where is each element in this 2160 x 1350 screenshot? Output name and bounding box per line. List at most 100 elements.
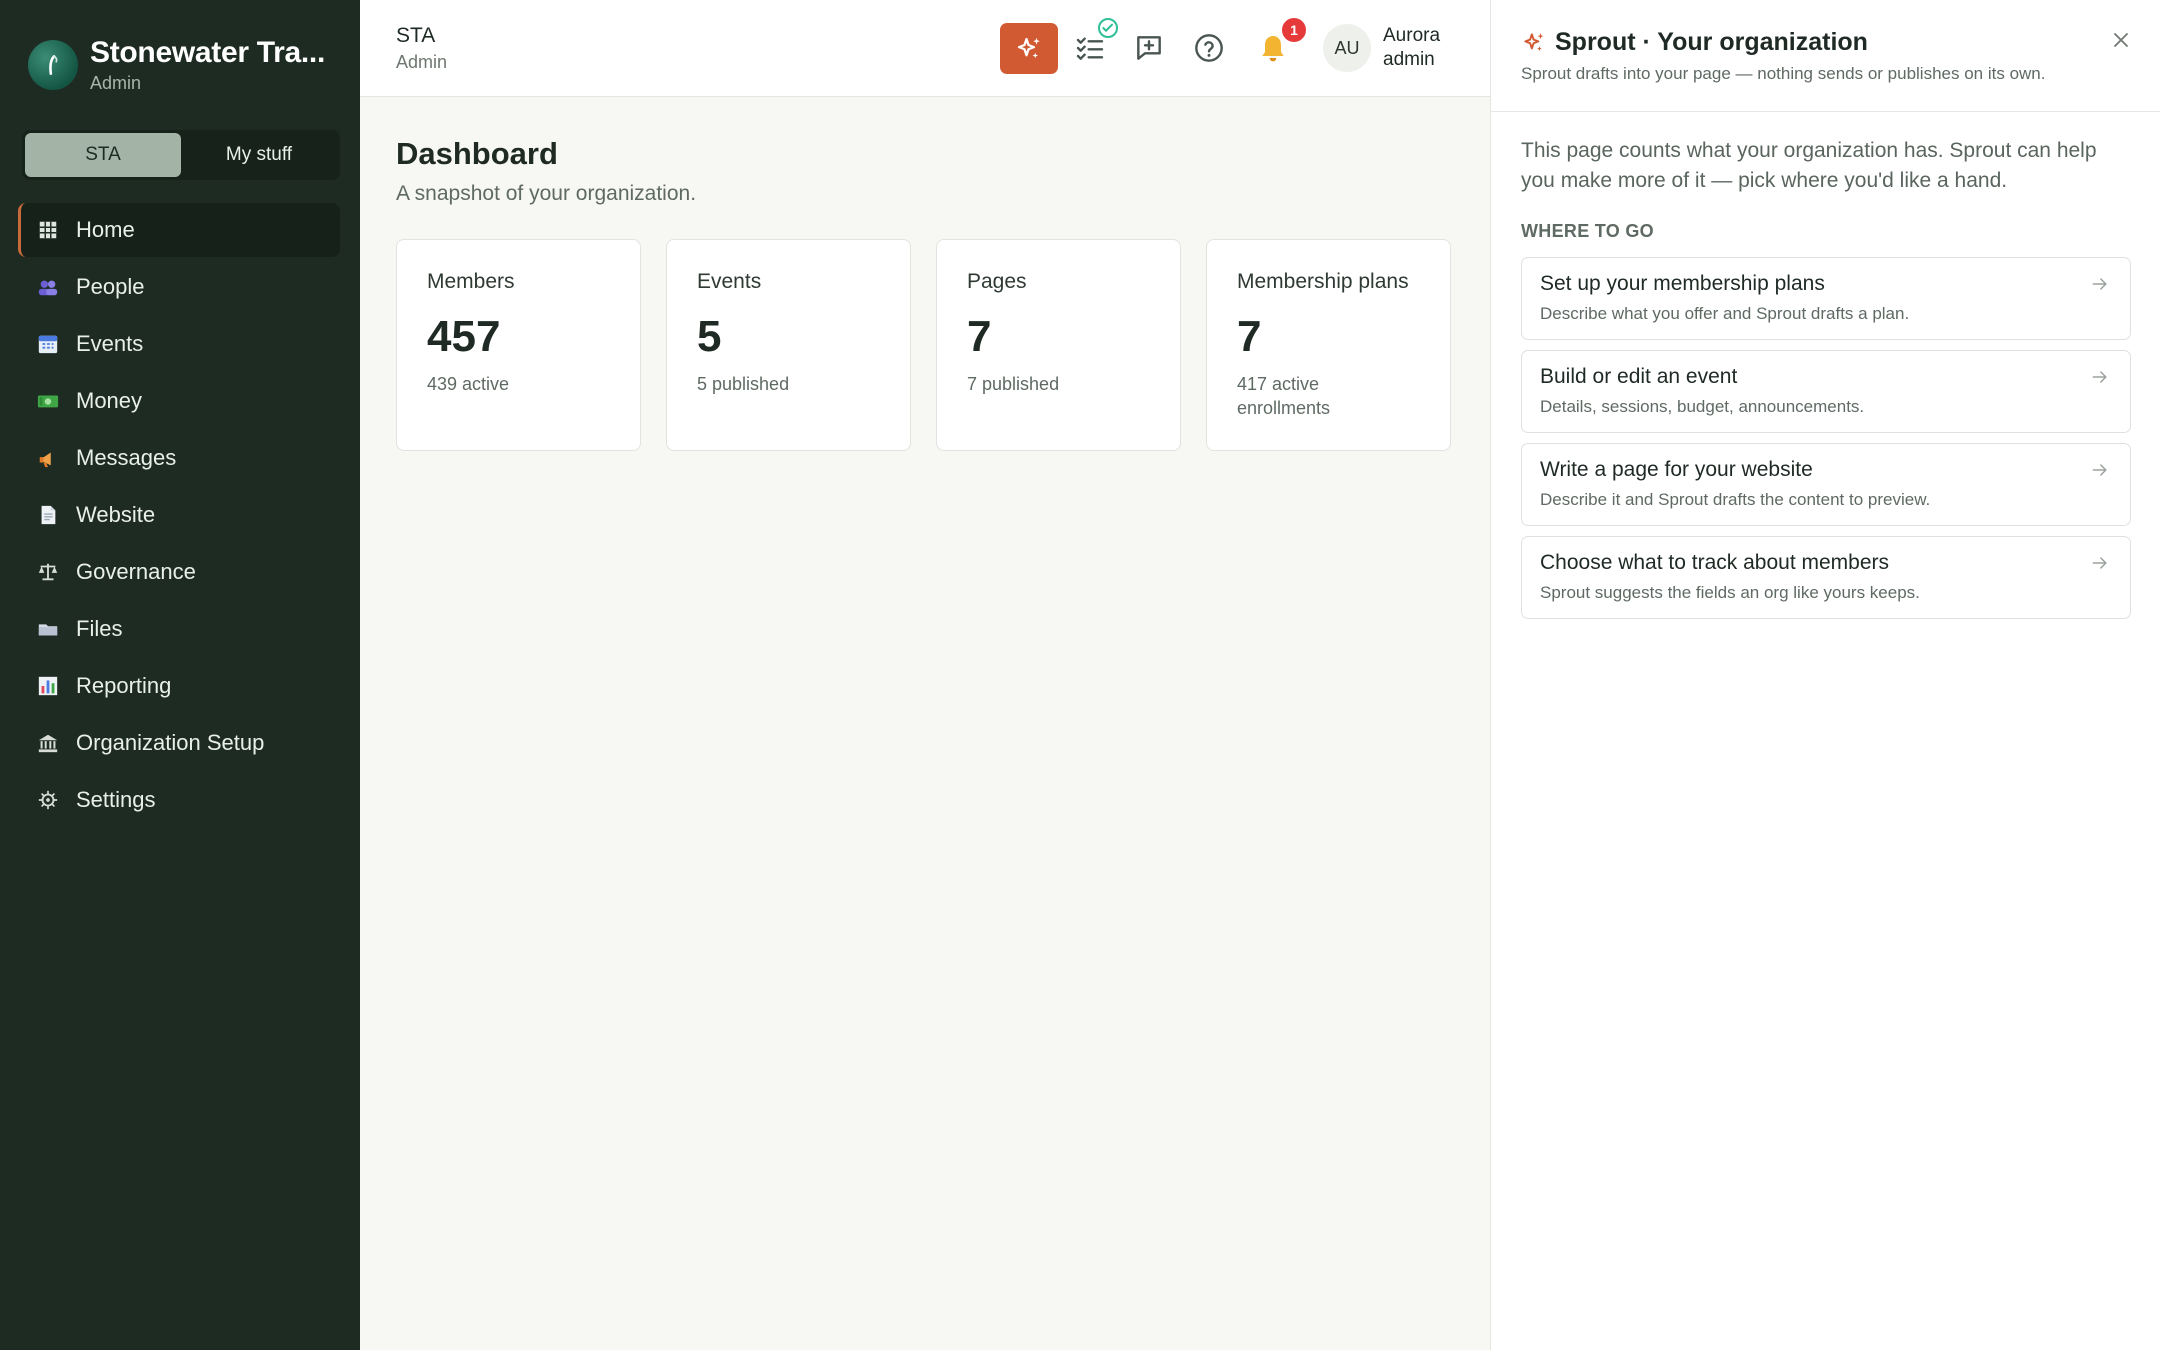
context-switcher: STA My stuff	[22, 130, 340, 180]
document-icon	[36, 503, 60, 527]
chat-plus-icon	[1137, 36, 1161, 60]
close-icon	[2114, 33, 2128, 47]
sidebar-item-home[interactable]: Home	[18, 203, 340, 257]
gear-icon	[36, 788, 60, 812]
panel-subtitle: Sprout drafts into your page — nothing s…	[1521, 64, 2046, 83]
folder-icon	[36, 617, 60, 641]
stat-card-label: Pages	[967, 270, 1027, 293]
sidebar-item-people[interactable]: People	[18, 260, 340, 314]
sidebar-item-label: Reporting	[76, 673, 172, 698]
sidebar-item-label: Files	[76, 616, 123, 641]
action-title: Set up your membership plans	[1540, 272, 1825, 295]
stat-card-note: 7 published	[967, 374, 1060, 394]
help-button[interactable]	[1191, 30, 1227, 66]
sparkle-icon	[1524, 32, 1544, 51]
stat-card-pages[interactable]: Pages 7 7 published	[936, 239, 1181, 451]
brand[interactable]: Stonewater Tra... Admin	[28, 36, 325, 94]
stat-card-note: 417 active enrollments	[1237, 374, 1331, 418]
calendar-icon	[36, 332, 60, 356]
user-menu[interactable]: Aurora admin	[1383, 24, 1440, 72]
sprout-panel: Sprout · Your organization Sprout drafts…	[1490, 0, 2160, 1350]
sidebar-item-label: Home	[76, 217, 135, 242]
notification-badge: 1	[1282, 18, 1306, 42]
switch-my-stuff[interactable]: My stuff	[181, 133, 337, 177]
sidebar-nav: Home People Events Money Messages Websit…	[18, 203, 340, 830]
org-code: STA	[396, 24, 436, 47]
arrow-right-icon	[2090, 553, 2112, 575]
money-icon	[36, 389, 60, 413]
brand-title: Stonewater Tra...	[90, 36, 325, 69]
stat-card-label: Membership plans	[1237, 270, 1409, 293]
switch-org[interactable]: STA	[25, 133, 181, 177]
stat-card-value: 457	[427, 312, 501, 361]
stat-card-value: 7	[1237, 312, 1262, 361]
panel-intro: This page counts what your organization …	[1521, 139, 2097, 192]
sparkle-icon	[1017, 37, 1040, 58]
close-button[interactable]	[2109, 28, 2135, 54]
action-membership-plans[interactable]: Set up your membership plans Describe wh…	[1521, 257, 2131, 340]
sidebar-item-label: Website	[76, 502, 156, 527]
action-write-page[interactable]: Write a page for your website Describe i…	[1521, 443, 2131, 526]
sidebar-item-label: Governance	[76, 559, 196, 584]
panel-title-text: Sprout · Your organization	[1555, 28, 1868, 56]
sidebar-item-website[interactable]: Website	[18, 488, 340, 542]
stat-card-events[interactable]: Events 5 5 published	[666, 239, 911, 451]
brand-logo-icon	[28, 40, 78, 90]
panel-header: Sprout · Your organization Sprout drafts…	[1491, 0, 2160, 112]
stat-card-value: 7	[967, 312, 992, 361]
feedback-button[interactable]	[1131, 30, 1167, 66]
action-track-members[interactable]: Choose what to track about members Sprou…	[1521, 536, 2131, 619]
stat-card-membership-plans[interactable]: Membership plans 7 417 active enrollment…	[1206, 239, 1451, 451]
topbar: STA Admin 1 AU Aurora admin	[360, 0, 1490, 97]
action-desc: Describe it and Sprout drafts the conten…	[1540, 490, 1931, 509]
sidebar-item-organization-setup[interactable]: Organization Setup	[18, 716, 340, 770]
stat-card-members[interactable]: Members 457 439 active	[396, 239, 641, 451]
sidebar: Stonewater Tra... Admin STA My stuff Hom…	[0, 0, 360, 1350]
help-icon	[1195, 34, 1223, 62]
action-desc: Sprout suggests the fields an org like y…	[1540, 583, 1920, 602]
sidebar-item-label: People	[76, 274, 145, 299]
page-subtitle: A snapshot of your organization.	[396, 182, 697, 205]
stat-card-label: Events	[697, 270, 762, 293]
sidebar-item-settings[interactable]: Settings	[18, 773, 340, 827]
sidebar-item-label: Settings	[76, 787, 156, 812]
sidebar-item-governance[interactable]: Governance	[18, 545, 340, 599]
stat-card-note: 439 active	[427, 374, 510, 394]
user-role: admin	[1383, 49, 1435, 70]
sidebar-item-files[interactable]: Files	[18, 602, 340, 656]
sidebar-item-reporting[interactable]: Reporting	[18, 659, 340, 713]
sidebar-item-label: Organization Setup	[76, 730, 265, 755]
action-title: Write a page for your website	[1540, 458, 1813, 481]
arrow-right-icon	[2090, 367, 2112, 389]
megaphone-icon	[36, 446, 60, 470]
stat-card-value: 5	[697, 312, 722, 361]
stat-card-note: 5 published	[697, 374, 790, 394]
stat-card-label: Members	[427, 270, 515, 293]
grid-icon	[36, 218, 60, 242]
page-title: Dashboard	[396, 136, 558, 171]
action-desc: Describe what you offer and Sprout draft…	[1540, 304, 1910, 323]
tasks-button[interactable]	[1072, 18, 1118, 66]
check-icon	[1098, 18, 1118, 38]
sidebar-item-label: Events	[76, 331, 144, 356]
arrow-right-icon	[2090, 274, 2112, 296]
sidebar-item-messages[interactable]: Messages	[18, 431, 340, 485]
user-name: Aurora	[1383, 25, 1441, 46]
avatar[interactable]: AU	[1323, 24, 1371, 72]
action-build-event[interactable]: Build or edit an event Details, sessions…	[1521, 350, 2131, 433]
arrow-right-icon	[2090, 460, 2112, 482]
building-icon	[36, 731, 60, 755]
action-desc: Details, sessions, budget, announcements…	[1540, 397, 1865, 416]
org-role: Admin	[396, 52, 448, 72]
sidebar-item-money[interactable]: Money	[18, 374, 340, 428]
scales-icon	[36, 560, 60, 584]
bar-chart-icon	[36, 674, 60, 698]
section-label: WHERE TO GO	[1521, 221, 1654, 241]
sidebar-item-events[interactable]: Events	[18, 317, 340, 371]
stat-cards: Members 457 439 active Events 5 5 publis…	[396, 239, 1451, 451]
panel-title: Sprout · Your organization	[1521, 28, 1868, 57]
action-title: Build or edit an event	[1540, 365, 1738, 388]
sprout-assistant-button[interactable]	[1000, 23, 1058, 74]
action-title: Choose what to track about members	[1540, 551, 1890, 574]
action-list: Set up your membership plans Describe wh…	[1521, 257, 2131, 629]
